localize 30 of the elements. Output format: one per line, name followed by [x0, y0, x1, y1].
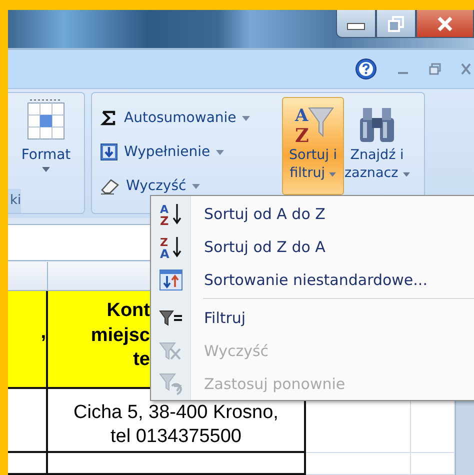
close-icon: [436, 16, 454, 32]
caret-icon: [402, 172, 410, 177]
reapply-filter-icon: [159, 372, 183, 396]
command-button[interactable]: Wypełnienie: [96, 137, 228, 167]
down-arrow-icon: [100, 143, 118, 161]
sigma-icon: [100, 109, 118, 127]
caret-icon: [216, 150, 224, 154]
table-cell: [8, 453, 48, 475]
clear-filter-icon: [159, 340, 183, 362]
group-label: ki: [8, 189, 22, 213]
eraser-icon: [100, 177, 120, 195]
caret-icon: [42, 167, 50, 172]
command-button[interactable]: Autosumowanie: [96, 103, 254, 133]
caret-icon: [242, 116, 250, 120]
restore-icon[interactable]: [429, 63, 441, 75]
restore-button[interactable]: [376, 10, 416, 38]
format-button[interactable]: Format: [8, 93, 84, 189]
menu-item[interactable]: Z A Sortuj od Z do A: [151, 230, 474, 263]
table-cell: [8, 389, 48, 453]
caret-icon: [192, 184, 200, 188]
restore-icon: [388, 16, 404, 32]
custom-sort-icon: [159, 268, 183, 290]
help-icon[interactable]: [355, 58, 377, 80]
large-button[interactable]: Znajdź i zaznacz: [346, 97, 408, 195]
minimize-button[interactable]: [336, 10, 376, 38]
close-button[interactable]: [416, 10, 474, 38]
table-cell: ,: [8, 291, 48, 389]
caret-icon: [329, 172, 336, 177]
large-button[interactable]: A Z Sortuj i filtruj: [282, 97, 344, 195]
filter-icon: [159, 308, 183, 328]
